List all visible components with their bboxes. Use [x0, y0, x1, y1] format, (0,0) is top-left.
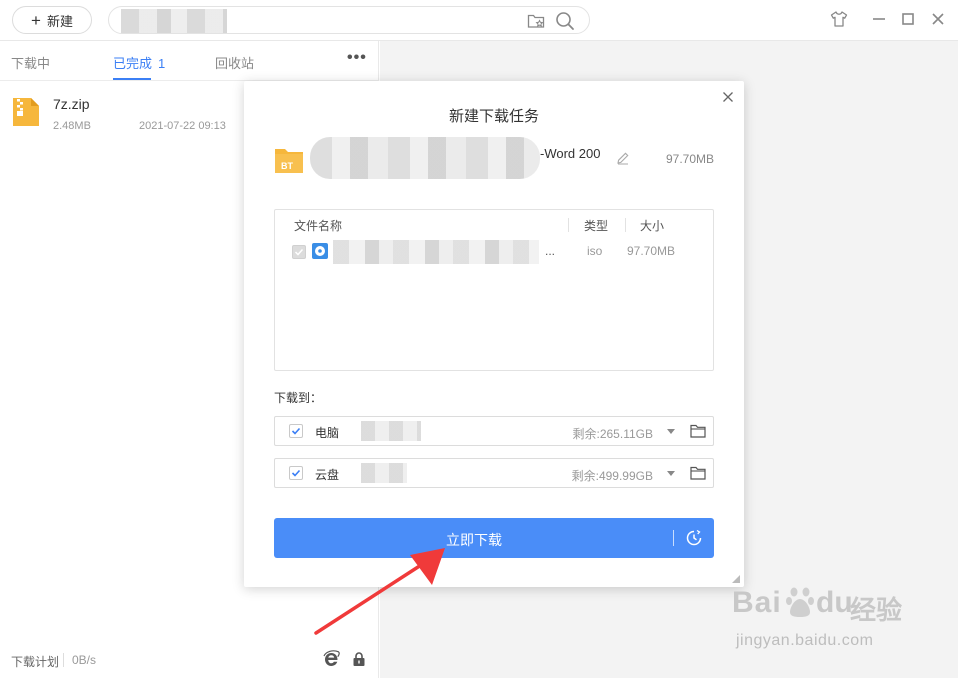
folder-icon[interactable]: [690, 466, 706, 480]
file-type: iso: [587, 244, 603, 258]
skin-icon[interactable]: [830, 10, 848, 28]
download-to-label: 下载到：: [274, 391, 323, 405]
file-size: 2.48MB: [53, 120, 91, 132]
file-list-table: 文件名称 类型 大小 ... iso 97.70MB: [274, 209, 714, 371]
blurred-search-text: [121, 9, 227, 33]
file-name: 7z.zip: [53, 96, 90, 112]
task-size: 97.70MB: [665, 152, 714, 166]
svg-text:BT: BT: [281, 161, 293, 171]
active-tab-indicator: [113, 78, 151, 80]
bt-folder-icon: BT: [275, 149, 303, 173]
maximize-icon[interactable]: [899, 10, 917, 28]
folder-star-icon[interactable]: [527, 12, 545, 30]
title-bar: + 新建: [0, 0, 958, 41]
lock-icon[interactable]: [351, 651, 367, 667]
column-divider: [568, 218, 569, 232]
download-now-button[interactable]: 立即下载: [274, 518, 714, 558]
chevron-down-icon[interactable]: [667, 429, 675, 434]
schedule-clock-icon[interactable]: [685, 529, 703, 547]
destination-name: 电脑: [315, 426, 340, 440]
tab-completed-label: 已完成: [113, 56, 153, 71]
file-size: 97.70MB: [627, 244, 676, 258]
browser-icon[interactable]: [322, 650, 340, 668]
watermark-brand-2: du: [816, 586, 853, 619]
file-date: 2021-07-22 09:13: [139, 120, 226, 132]
tab-recycle-bin[interactable]: 回收站: [215, 53, 254, 72]
watermark-brand: Bai: [732, 586, 782, 619]
column-header-type: 类型: [584, 219, 609, 233]
download-now-label: 立即下载: [446, 532, 502, 548]
tab-bar: 下载中 已完成 1 回收站 •••: [0, 41, 379, 81]
task-name: -Word 200: [540, 146, 601, 161]
file-name-ellipsis: ...: [545, 244, 556, 258]
free-space: 剩余:499.99GB: [571, 469, 653, 483]
new-task-button[interactable]: + 新建: [12, 6, 92, 34]
dialog-title: 新建下载任务: [448, 108, 539, 125]
column-header-name: 文件名称: [294, 219, 343, 233]
free-space: 剩余:265.11GB: [572, 427, 654, 441]
blurred-path: [361, 421, 421, 441]
chevron-down-icon[interactable]: [667, 471, 675, 476]
watermark-url: jingyan.baidu.com: [736, 632, 874, 649]
new-task-label: 新建: [46, 13, 73, 29]
close-window-icon[interactable]: [929, 10, 947, 28]
more-icon[interactable]: •••: [347, 49, 367, 67]
destination-computer[interactable]: 电脑 剩余:265.11GB: [274, 416, 714, 446]
destination-name: 云盘: [315, 468, 340, 482]
watermark-suffix: 经验: [850, 595, 903, 625]
zip-file-icon: [13, 98, 39, 126]
tab-downloading[interactable]: 下载中: [11, 53, 50, 72]
blurred-path: [361, 463, 407, 483]
tab-completed[interactable]: 已完成 1: [113, 53, 165, 72]
search-icon[interactable]: [555, 11, 575, 31]
folder-icon[interactable]: [690, 424, 706, 438]
edit-icon[interactable]: [616, 151, 630, 165]
blurred-task-name: [310, 137, 540, 179]
destination-cloud[interactable]: 云盘 剩余:499.99GB: [274, 458, 714, 488]
disc-image-icon: [312, 243, 328, 259]
status-footer: 下载计划 0B/s: [0, 647, 379, 678]
paw-icon: [786, 587, 814, 617]
computer-checkbox[interactable]: [289, 424, 303, 438]
download-plan-link[interactable]: 下载计划: [11, 653, 59, 670]
footer-divider: [63, 653, 64, 667]
close-icon[interactable]: [720, 89, 736, 105]
button-divider: [673, 530, 674, 546]
download-speed: 0B/s: [72, 653, 97, 667]
file-checkbox[interactable]: [292, 245, 306, 259]
plus-icon: +: [31, 10, 41, 30]
baidu-watermark: Bai du 经验 jingyan.baidu.com: [732, 578, 912, 662]
new-download-dialog: 新建下载任务 BT -Word 200 97.70MB 文件名称 类型 大小 .…: [244, 81, 744, 587]
search-input[interactable]: [108, 6, 590, 34]
cloud-checkbox[interactable]: [289, 466, 303, 480]
blurred-file-name: [333, 240, 539, 264]
completed-count: 1: [158, 56, 166, 71]
column-header-size: 大小: [640, 219, 665, 233]
column-divider: [625, 218, 626, 232]
minimize-icon[interactable]: [870, 10, 888, 28]
